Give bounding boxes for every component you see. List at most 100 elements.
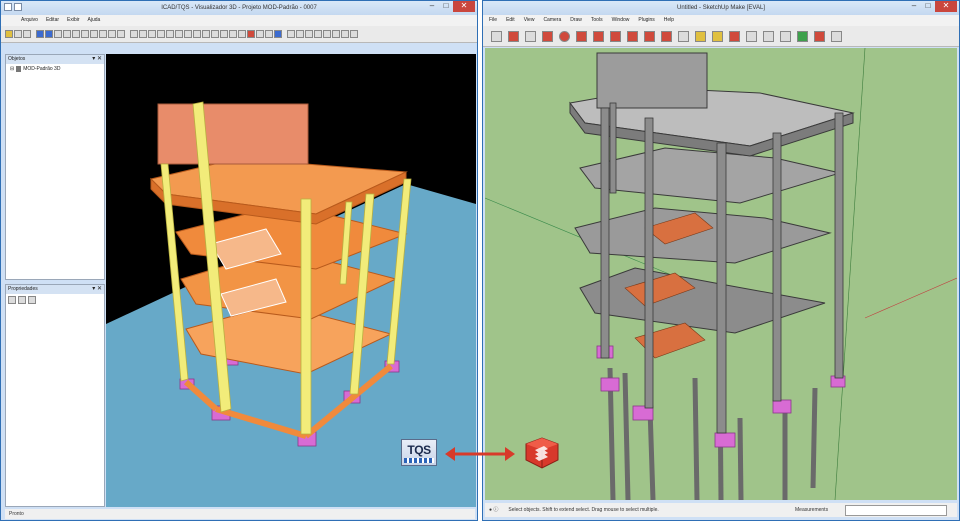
properties-panel: Propriedades ▾ ✕ [5, 284, 105, 507]
close-icon[interactable]: ✕ [453, 1, 475, 12]
minimize-icon[interactable]: – [907, 1, 921, 12]
zoom-all-icon[interactable] [63, 30, 71, 38]
close-icon[interactable]: ✕ [935, 1, 957, 12]
render-icon[interactable] [130, 30, 138, 38]
sketchup-window-controls: – □ ✕ [907, 1, 957, 13]
view-side-icon[interactable] [108, 30, 116, 38]
polygon-icon[interactable] [593, 30, 604, 42]
menu-plugins[interactable]: Plugins [638, 15, 654, 26]
grid-icon[interactable] [323, 30, 331, 38]
extension-icon[interactable] [814, 30, 825, 42]
menu-window[interactable]: Window [612, 15, 630, 26]
transparency-icon[interactable] [314, 30, 322, 38]
push-pull-icon[interactable] [610, 30, 621, 42]
view-front-icon[interactable] [99, 30, 107, 38]
hidden-line-icon[interactable] [148, 30, 156, 38]
measurements-input[interactable] [845, 505, 947, 516]
view-top-icon[interactable] [90, 30, 98, 38]
menu-view[interactable]: View [524, 15, 535, 26]
tree-root-item[interactable]: ⊟ MOD-Padrão 3D [6, 64, 104, 74]
print-icon[interactable] [23, 30, 31, 38]
help-icon[interactable] [341, 30, 349, 38]
pan-hand-icon[interactable] [746, 30, 757, 42]
text-icon[interactable] [712, 30, 723, 42]
info-icon[interactable] [211, 30, 219, 38]
move-icon[interactable] [627, 30, 638, 42]
app-icon[interactable] [4, 3, 12, 11]
orbit-icon[interactable] [729, 30, 740, 42]
warehouse-icon[interactable] [797, 30, 808, 42]
measure-icon[interactable] [193, 30, 201, 38]
tree-panel: Objetos ▾ ✕ ⊟ MOD-Padrão 3D [5, 54, 105, 280]
arc-icon[interactable] [542, 30, 553, 42]
view-iso-icon[interactable] [117, 30, 125, 38]
menu-camera[interactable]: Camera [543, 15, 561, 26]
menu-editar[interactable]: Editar [46, 15, 59, 26]
pencil-icon[interactable] [525, 30, 536, 42]
menu-draw[interactable]: Draw [570, 15, 582, 26]
maximize-icon[interactable]: □ [439, 1, 453, 12]
offset-icon[interactable] [661, 30, 672, 42]
menu-help[interactable]: Help [664, 15, 674, 26]
zoom-out-icon[interactable] [45, 30, 53, 38]
save-icon[interactable] [14, 3, 22, 11]
color-icon[interactable] [296, 30, 304, 38]
stop-icon[interactable] [256, 30, 264, 38]
shade-icon[interactable] [157, 30, 165, 38]
texture-icon[interactable] [305, 30, 313, 38]
camera-icon[interactable] [229, 30, 237, 38]
tqs-window-title: ICAD/TQS - Visualizador 3D - Projeto MOD… [161, 5, 317, 11]
menu-edit[interactable]: Edit [506, 15, 515, 26]
paint-bucket-icon[interactable] [695, 30, 706, 42]
maximize-icon[interactable]: □ [921, 1, 935, 12]
property-pages-icon[interactable] [28, 296, 36, 304]
menu-ajuda[interactable]: Ajuda [88, 15, 101, 26]
measurements-label: Measurements [795, 507, 829, 513]
pan-icon[interactable] [72, 30, 80, 38]
tqs-window-controls: – □ ✕ [425, 1, 475, 13]
section-icon[interactable] [184, 30, 192, 38]
menu-exibir[interactable]: Exibir [67, 15, 80, 26]
eraser-icon[interactable] [508, 30, 519, 42]
record-icon[interactable] [247, 30, 255, 38]
rectangle-icon[interactable] [576, 30, 587, 42]
sort-alpha-icon[interactable] [18, 296, 26, 304]
light-icon[interactable] [220, 30, 228, 38]
tape-measure-icon[interactable] [678, 30, 689, 42]
rotate-icon[interactable] [81, 30, 89, 38]
panel-close-icon[interactable]: ▾ ✕ [92, 55, 102, 64]
sketchup-titlebar[interactable]: Untitled - SketchUp Make [EVAL] – □ ✕ [483, 1, 959, 15]
share-icon[interactable] [831, 30, 842, 42]
rotate-tool-icon[interactable] [644, 30, 655, 42]
filter-icon[interactable] [175, 30, 183, 38]
select-icon[interactable] [202, 30, 210, 38]
wireframe-icon[interactable] [139, 30, 147, 38]
quick-access-icons [4, 3, 22, 11]
open-icon[interactable] [5, 30, 13, 38]
select-arrow-icon[interactable] [491, 30, 502, 42]
menu-arquivo[interactable]: Arquivo [21, 15, 38, 26]
minimize-icon[interactable]: – [425, 1, 439, 12]
red-axis [864, 277, 957, 319]
axes-icon[interactable] [332, 30, 340, 38]
menu-tools[interactable]: Tools [591, 15, 603, 26]
settings-icon[interactable] [287, 30, 295, 38]
tqs-toolbar [1, 26, 477, 43]
sketchup-3d-viewport[interactable] [485, 48, 957, 500]
panel-close-icon[interactable]: ▾ ✕ [92, 285, 102, 294]
play-icon[interactable] [265, 30, 273, 38]
walk-icon[interactable] [238, 30, 246, 38]
menu-file[interactable]: File [489, 15, 497, 26]
tqs-titlebar[interactable]: ICAD/TQS - Visualizador 3D - Projeto MOD… [1, 1, 477, 15]
tree-expand-icon[interactable]: ⊟ [10, 66, 14, 72]
save-tool-icon[interactable] [14, 30, 22, 38]
zoom-window-icon[interactable] [54, 30, 62, 38]
circle-icon[interactable] [559, 30, 570, 42]
sort-category-icon[interactable] [8, 296, 16, 304]
zoom-in-icon[interactable] [36, 30, 44, 38]
about-icon[interactable] [350, 30, 358, 38]
zoom-extents-icon[interactable] [780, 30, 791, 42]
layers-icon[interactable] [166, 30, 174, 38]
zoom-icon[interactable] [763, 30, 774, 42]
export-icon[interactable] [274, 30, 282, 38]
